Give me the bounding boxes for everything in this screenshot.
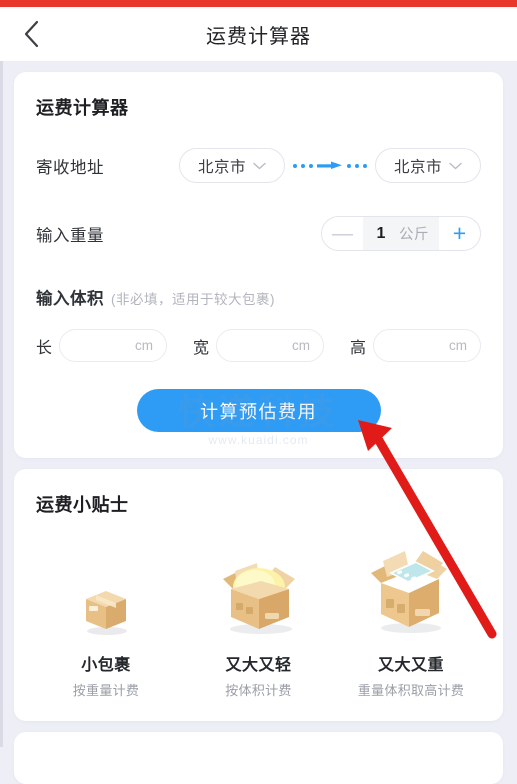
weight-value[interactable]: 1 — [373, 225, 389, 243]
list-item: 又大又重 重量体积取高计费 — [341, 531, 481, 699]
page-title: 运费计算器 — [206, 25, 311, 48]
weight-unit: 公斤 — [399, 227, 429, 243]
small-closed-box-icon — [74, 531, 138, 641]
open-box-heavy-item-icon — [359, 531, 464, 641]
width-field-group: 宽 cm — [193, 329, 324, 362]
dimension-inputs: 长 cm 宽 cm 高 cm — [36, 329, 481, 362]
open-box-light-item-icon — [209, 531, 309, 641]
watermark-subtext: www.kuaidi.com — [208, 432, 309, 447]
sender-city-value: 北京市 — [197, 158, 246, 176]
list-item: 小包裹 按重量计费 — [36, 531, 176, 699]
next-card-partial — [14, 732, 503, 784]
chevron-left-icon — [23, 20, 40, 48]
dotted-arrow-right-icon — [285, 157, 375, 175]
width-input[interactable]: cm — [216, 329, 324, 362]
width-unit: cm — [292, 338, 310, 353]
tips-title: 运费小贴士 — [36, 495, 129, 515]
height-unit: cm — [448, 338, 467, 353]
length-field-group: 长 cm — [36, 329, 168, 362]
width-label: 宽 — [192, 339, 209, 357]
weight-decrease-button[interactable]: — — [322, 217, 363, 250]
receiver-city-select[interactable]: 北京市 — [375, 148, 481, 183]
weight-stepper: — 1 公斤 + — [321, 216, 481, 251]
tip-name: 又大又重 — [377, 657, 444, 674]
length-unit: cm — [135, 338, 154, 353]
weight-increase-button[interactable]: + — [439, 217, 480, 250]
calculate-estimate-button[interactable]: 计算预估费用 — [136, 389, 381, 432]
tips-list: 小包裹 按重量计费 又大又轻 按体积计费 又大又重 重量体积取高计费 — [36, 531, 481, 699]
weight-label: 输入重量 — [36, 226, 104, 245]
tip-name: 小包裹 — [81, 657, 131, 674]
tip-desc: 重量体积取高计费 — [357, 683, 465, 698]
sender-city-select[interactable]: 北京市 — [179, 148, 285, 183]
shipping-calculator-card: 运费计算器 寄收地址 北京市 北京市 输入重量 — 1 公斤 + 输入体积 (非… — [14, 72, 503, 458]
address-label: 寄收地址 — [36, 158, 104, 177]
list-item: 又大又轻 按体积计费 — [189, 531, 329, 699]
length-label: 长 — [36, 339, 53, 357]
calculator-title: 运费计算器 — [36, 98, 129, 118]
chevron-down-icon — [449, 157, 462, 175]
height-label: 高 — [349, 339, 366, 357]
back-button[interactable] — [0, 7, 62, 61]
volume-header: 输入体积 (非必填，适用于较大包裹) — [36, 285, 481, 309]
weight-row: 输入重量 — 1 公斤 + — [36, 216, 481, 251]
address-row: 寄收地址 北京市 北京市 — [36, 148, 481, 183]
length-input[interactable]: cm — [59, 329, 168, 362]
shipping-tips-card: 运费小贴士 小包裹 按重量计费 又大又轻 按体积计费 又大又重 重量体积取高计费 — [14, 469, 503, 721]
chevron-down-icon — [253, 157, 266, 175]
status-bar — [0, 0, 517, 7]
height-field-group: 高 cm — [350, 329, 481, 362]
navigation-bar: 运费计算器 — [0, 7, 517, 61]
tip-desc: 按体积计费 — [225, 683, 292, 698]
tip-name: 又大又轻 — [225, 657, 292, 674]
weight-value-group: 1 公斤 — [363, 217, 439, 250]
page-scroll-area: 运费计算器 寄收地址 北京市 北京市 输入重量 — 1 公斤 + 输入体积 (非… — [0, 72, 517, 784]
screen-left-edge — [0, 7, 3, 747]
address-selectors: 北京市 北京市 — [179, 148, 481, 183]
volume-hint: (非必填，适用于较大包裹) — [111, 292, 275, 307]
tip-desc: 按重量计费 — [72, 683, 140, 698]
height-input[interactable]: cm — [372, 329, 481, 362]
volume-label: 输入体积 — [36, 290, 104, 308]
receiver-city-value: 北京市 — [393, 158, 442, 176]
submit-area: 快递科技 www.kuaidi.com 计算预估费用 — [36, 389, 481, 447]
